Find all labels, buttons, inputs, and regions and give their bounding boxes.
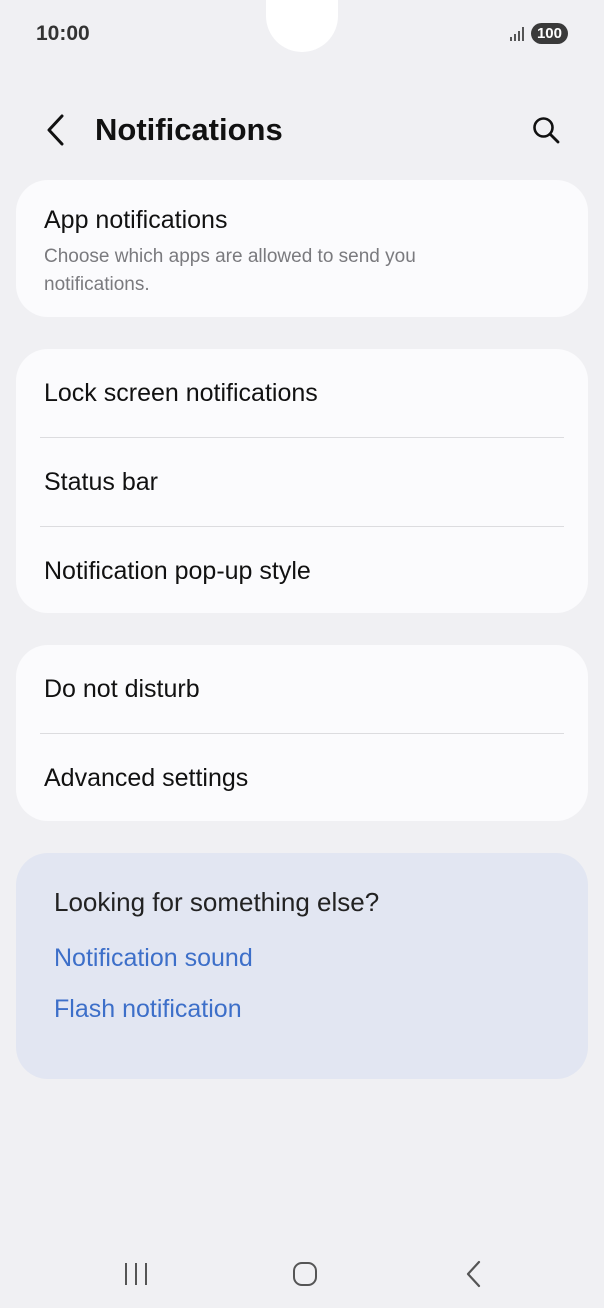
back-icon: [466, 1260, 481, 1288]
chevron-left-icon: [47, 114, 64, 146]
signal-icon: [509, 26, 524, 41]
other-settings-card: Do not disturb Advanced settings: [16, 645, 588, 821]
navigation-bar: [0, 1240, 604, 1304]
status-bar: 10:00 100: [0, 0, 604, 70]
recent-apps-icon: [125, 1263, 147, 1285]
status-time: 10:00: [36, 22, 90, 45]
notification-sound-link[interactable]: Notification sound: [54, 944, 550, 973]
page-title: Notifications: [95, 112, 283, 147]
camera-notch: [266, 0, 338, 52]
app-notifications-description: Choose which apps are allowed to send yo…: [44, 246, 416, 295]
search-icon: [533, 117, 560, 144]
notification-popup-style-item[interactable]: Notification pop-up style: [16, 527, 588, 613]
nav-back-button[interactable]: [452, 1252, 496, 1296]
notification-settings-card: Lock screen notifications Status bar Not…: [16, 349, 588, 613]
advanced-settings-item[interactable]: Advanced settings: [16, 734, 588, 821]
app-notifications-item[interactable]: App notifications Choose which apps are …: [16, 180, 588, 317]
recent-apps-button[interactable]: [114, 1252, 158, 1296]
home-icon: [293, 1262, 317, 1286]
do-not-disturb-item[interactable]: Do not disturb: [16, 645, 588, 733]
suggestions-card: Looking for something else? Notification…: [16, 853, 588, 1079]
app-header: Notifications: [0, 100, 604, 160]
suggestions-heading: Looking for something else?: [54, 887, 380, 917]
home-button[interactable]: [283, 1252, 327, 1296]
search-button[interactable]: [528, 112, 564, 148]
app-notifications-card: App notifications Choose which apps are …: [16, 180, 588, 317]
status-bar-item[interactable]: Status bar: [16, 438, 588, 526]
back-button[interactable]: [38, 108, 74, 152]
flash-notification-link[interactable]: Flash notification: [54, 995, 550, 1024]
lock-screen-notifications-item[interactable]: Lock screen notifications: [16, 349, 588, 437]
status-icons: 100: [509, 23, 568, 44]
battery-indicator: 100: [530, 23, 568, 44]
app-notifications-title: App notifications: [44, 206, 228, 234]
